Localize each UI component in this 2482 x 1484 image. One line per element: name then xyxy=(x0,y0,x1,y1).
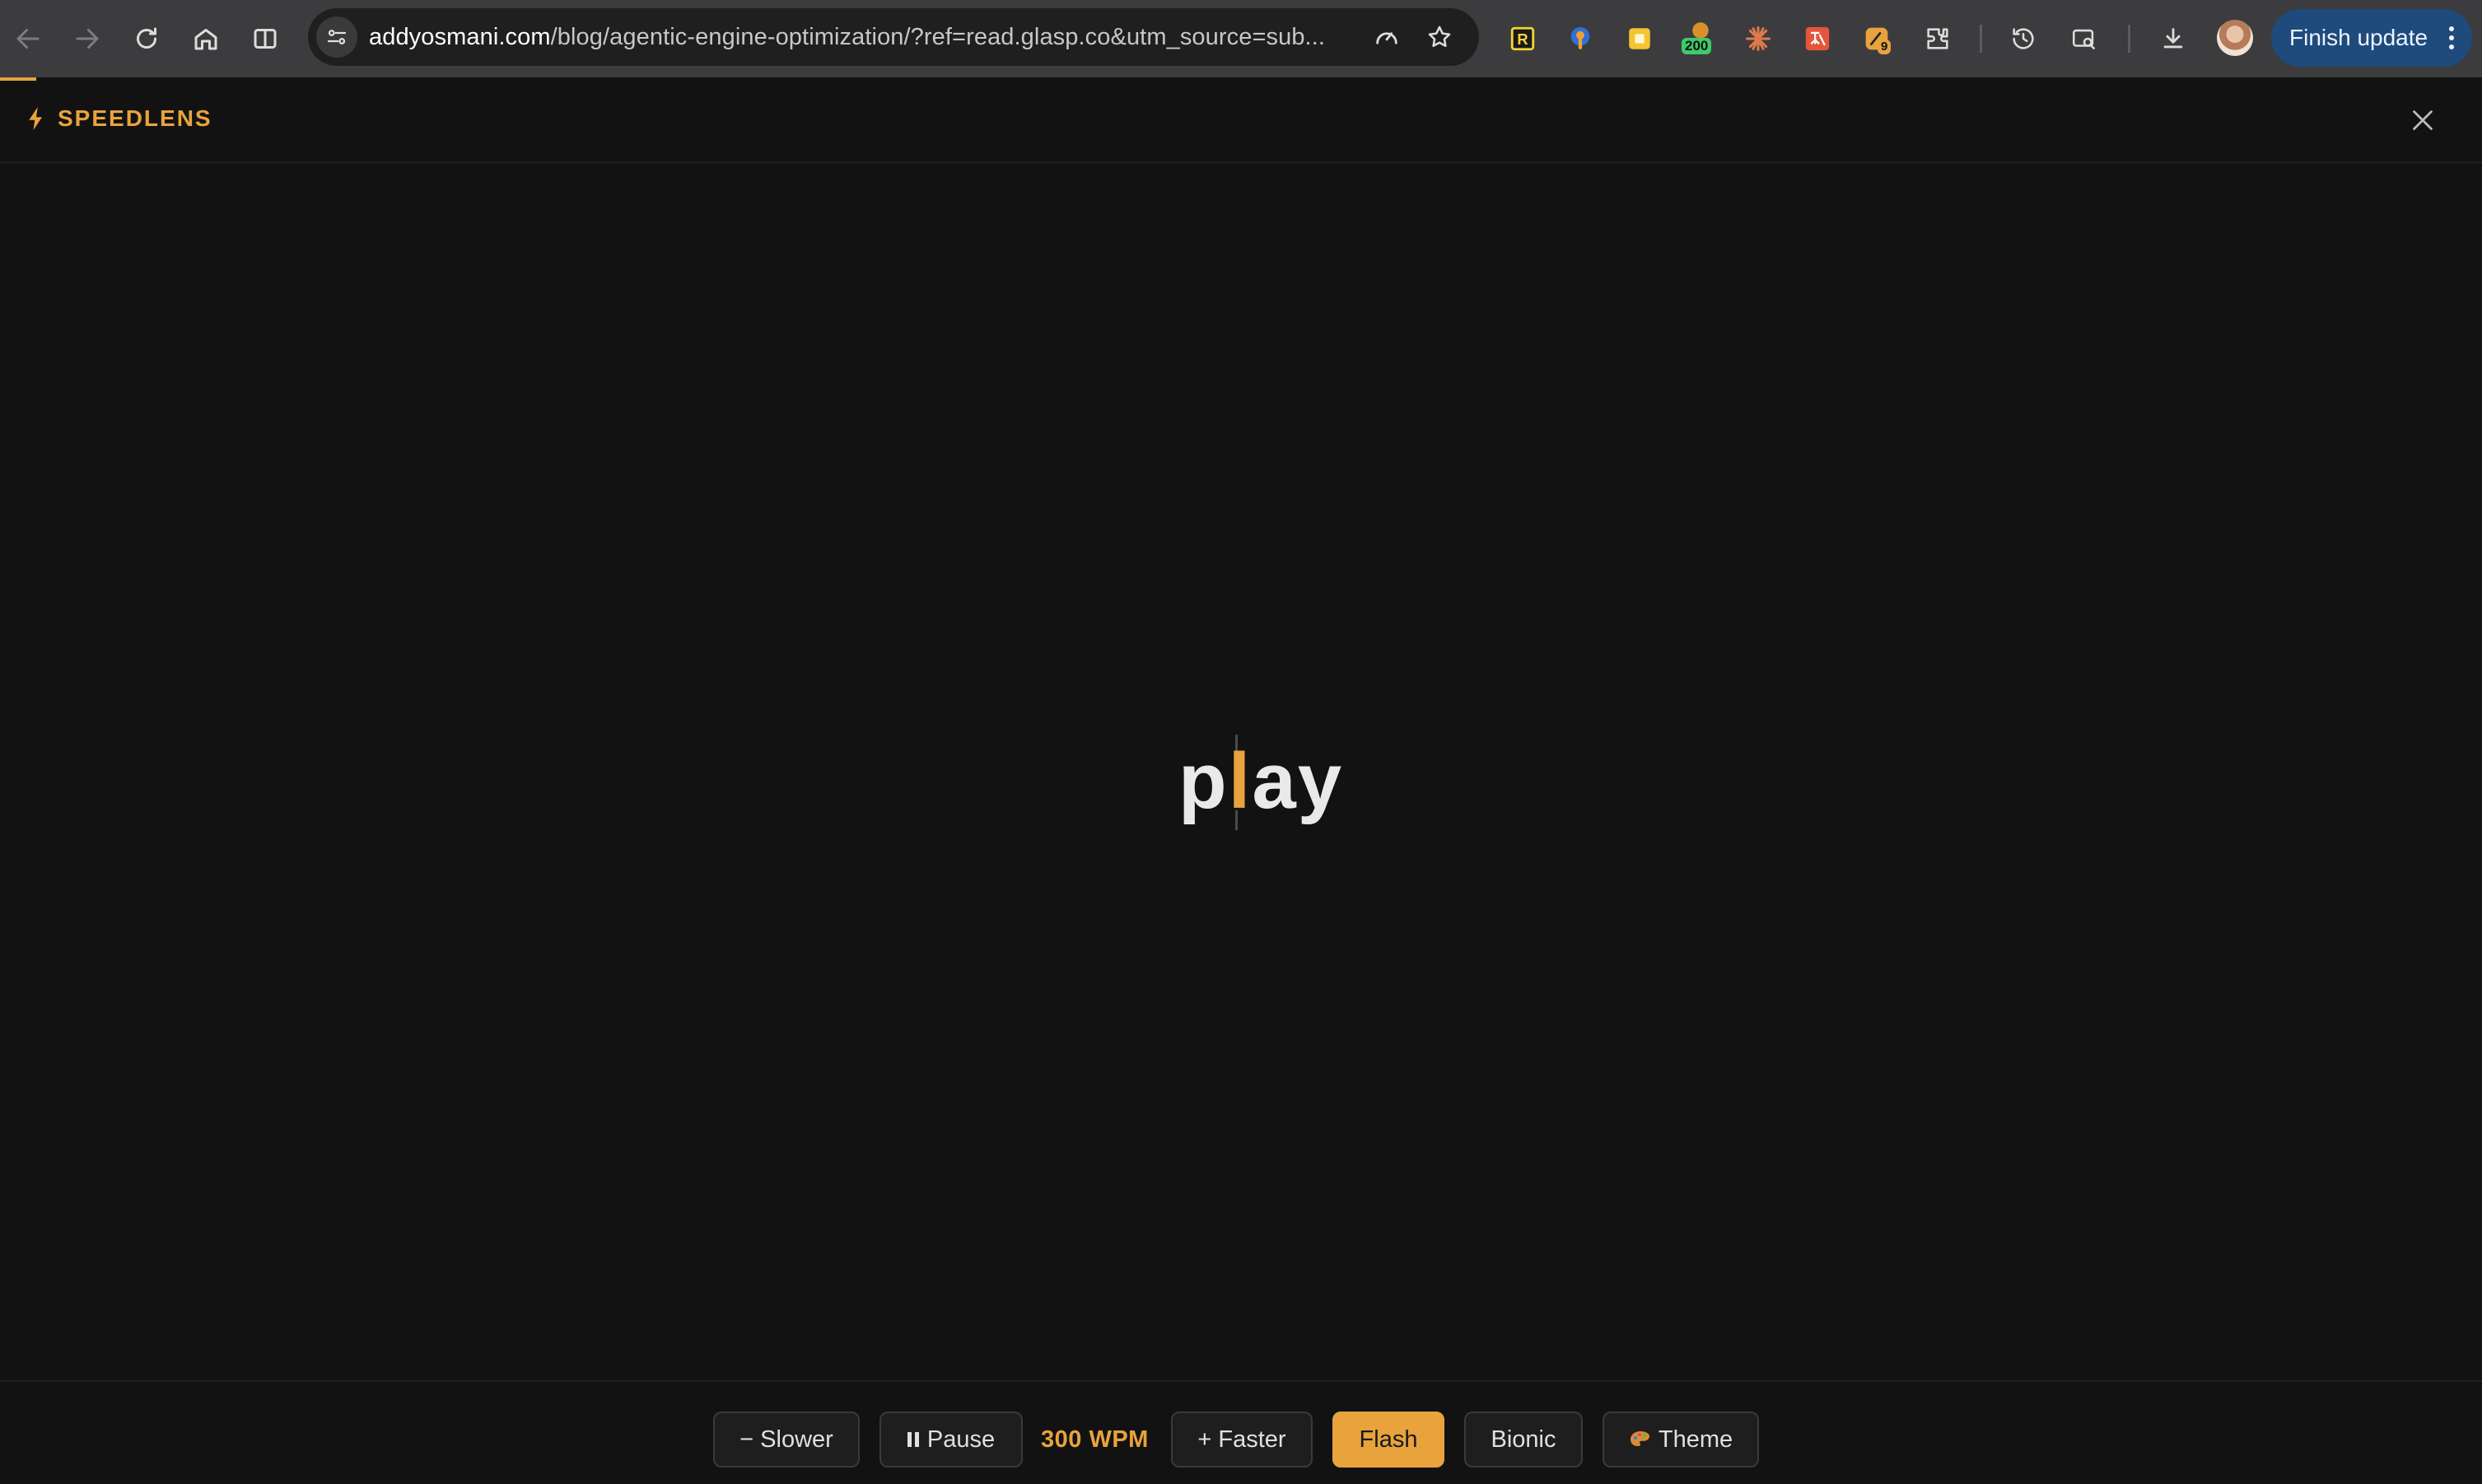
current-word: p l ay xyxy=(1178,736,1343,827)
bionic-label: Bionic xyxy=(1491,1426,1556,1453)
counter-extension-icon[interactable]: 200 xyxy=(1680,20,1721,58)
tab-search-icon[interactable] xyxy=(2065,20,2103,58)
bookmark-star-icon[interactable] xyxy=(1421,19,1458,55)
theme-button[interactable]: Theme xyxy=(1603,1412,1759,1468)
toolbar-separator xyxy=(2128,25,2130,53)
palette-icon xyxy=(1630,1431,1649,1446)
pause-icon xyxy=(907,1432,919,1447)
theme-label: Theme xyxy=(1658,1426,1733,1453)
bolt-icon xyxy=(29,107,42,130)
reload-icon[interactable] xyxy=(127,19,166,58)
home-icon[interactable] xyxy=(186,19,226,58)
word-prefix: p xyxy=(1178,737,1229,825)
claude-extension-icon[interactable] xyxy=(1739,20,1777,58)
pause-button[interactable]: Pause xyxy=(879,1412,1023,1468)
word-suffix: ay xyxy=(1252,737,1344,825)
reader-stage: p l ay xyxy=(0,165,2482,1380)
wpm-readout: 300 WPM xyxy=(1041,1426,1149,1453)
speedlens-header: SPEEDLENS xyxy=(0,81,2482,163)
flash-label: Flash xyxy=(1359,1426,1418,1453)
bionic-mode-button[interactable]: Bionic xyxy=(1464,1412,1583,1468)
readwise-extension-icon[interactable]: R xyxy=(1504,20,1542,58)
word-focus-letter: l xyxy=(1228,737,1253,825)
translate-extension-icon[interactable] xyxy=(1799,20,1836,58)
forward-icon[interactable] xyxy=(68,19,107,58)
downloads-icon[interactable] xyxy=(2154,20,2192,58)
toolbar-separator xyxy=(1980,25,1982,53)
faster-label: + Faster xyxy=(1197,1426,1286,1453)
sticky-note-extension-icon[interactable] xyxy=(1621,20,1659,58)
close-icon[interactable] xyxy=(2405,102,2441,138)
browser-toolbar: addyosmani.com/blog/agentic-engine-optim… xyxy=(0,0,2482,77)
slower-button[interactable]: − Slower xyxy=(713,1412,860,1468)
notes-badge: 9 xyxy=(1878,40,1892,54)
address-bar[interactable]: addyosmani.com/blog/agentic-engine-optim… xyxy=(308,8,1479,66)
keyhole-extension-icon[interactable] xyxy=(1561,20,1599,58)
url-path: /blog/agentic-engine-optimization/?ref=r… xyxy=(550,24,1326,50)
flash-mode-button[interactable]: Flash xyxy=(1332,1412,1444,1468)
site-info-icon[interactable] xyxy=(316,16,357,58)
svg-text:R: R xyxy=(1517,30,1528,48)
brand-label: SPEEDLENS xyxy=(58,105,212,131)
speedlens-brand: SPEEDLENS xyxy=(26,105,212,132)
performance-icon[interactable] xyxy=(1369,19,1405,55)
extensions-icon[interactable] xyxy=(1919,20,1957,58)
finish-update-button[interactable]: Finish update xyxy=(2271,9,2472,67)
finish-update-label: Finish update xyxy=(2289,25,2428,50)
pause-label: Pause xyxy=(926,1426,996,1453)
notes-extension-icon[interactable]: 9 xyxy=(1858,20,1896,58)
url-domain: addyosmani.com xyxy=(369,24,551,50)
back-icon[interactable] xyxy=(8,19,48,58)
url-text[interactable]: addyosmani.com/blog/agentic-engine-optim… xyxy=(369,8,1341,66)
counter-badge: 200 xyxy=(1682,38,1712,54)
faster-button[interactable]: + Faster xyxy=(1171,1412,1313,1468)
more-menu-icon[interactable] xyxy=(2449,26,2454,49)
split-view-icon[interactable] xyxy=(245,19,285,58)
history-icon[interactable] xyxy=(2004,20,2042,58)
speedlens-controls: − Slower Pause 300 WPM + Faster Flash Bi… xyxy=(0,1380,2482,1484)
profile-avatar[interactable] xyxy=(2217,20,2253,56)
slower-label: − Slower xyxy=(739,1426,833,1453)
